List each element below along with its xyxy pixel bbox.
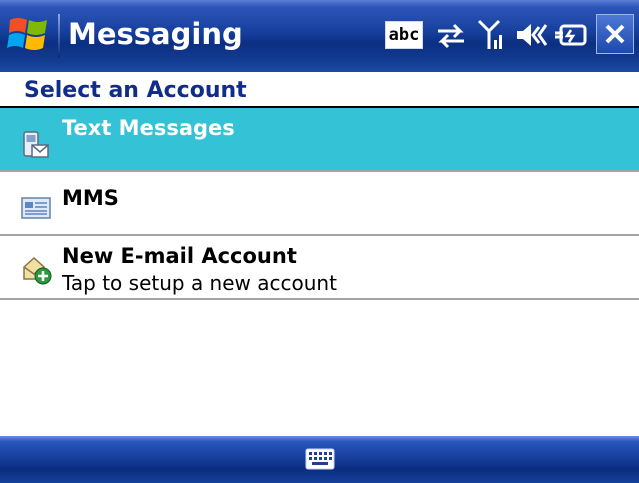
connectivity-icon[interactable] bbox=[432, 12, 470, 58]
close-button[interactable] bbox=[596, 14, 634, 54]
signal-icon[interactable] bbox=[476, 12, 510, 58]
keyboard-icon bbox=[305, 448, 335, 470]
windows-flag-icon bbox=[7, 18, 47, 50]
new-email-icon bbox=[23, 256, 52, 285]
volume-icon[interactable] bbox=[512, 12, 550, 58]
title-bar: Messaging abc bbox=[0, 0, 639, 72]
page-title: Select an Account bbox=[24, 78, 247, 103]
list-item-mms[interactable]: MMS bbox=[0, 172, 639, 236]
account-header: Select an Account bbox=[0, 72, 639, 108]
close-icon bbox=[605, 24, 625, 44]
row-subtitle: Tap to setup a new account bbox=[62, 271, 337, 295]
app-title: Messaging bbox=[68, 17, 243, 51]
abc-input-icon[interactable]: abc bbox=[382, 12, 426, 58]
row-title: MMS bbox=[62, 186, 119, 210]
soft-key-bar bbox=[0, 436, 639, 483]
input-panel-button[interactable] bbox=[303, 446, 337, 472]
abc-label: abc bbox=[384, 21, 424, 49]
battery-icon[interactable] bbox=[552, 12, 592, 58]
text-message-icon bbox=[23, 131, 49, 158]
mms-icon bbox=[21, 197, 51, 219]
start-button[interactable] bbox=[6, 10, 54, 58]
row-title: New E-mail Account bbox=[62, 244, 297, 268]
title-separator bbox=[58, 14, 60, 58]
list-item-new-email[interactable]: New E-mail Account Tap to setup a new ac… bbox=[0, 236, 639, 300]
list-item-text-messages[interactable]: Text Messages bbox=[0, 108, 639, 172]
account-list: Text Messages MMS New E-mail Account Tap… bbox=[0, 108, 639, 300]
row-title: Text Messages bbox=[62, 116, 235, 140]
